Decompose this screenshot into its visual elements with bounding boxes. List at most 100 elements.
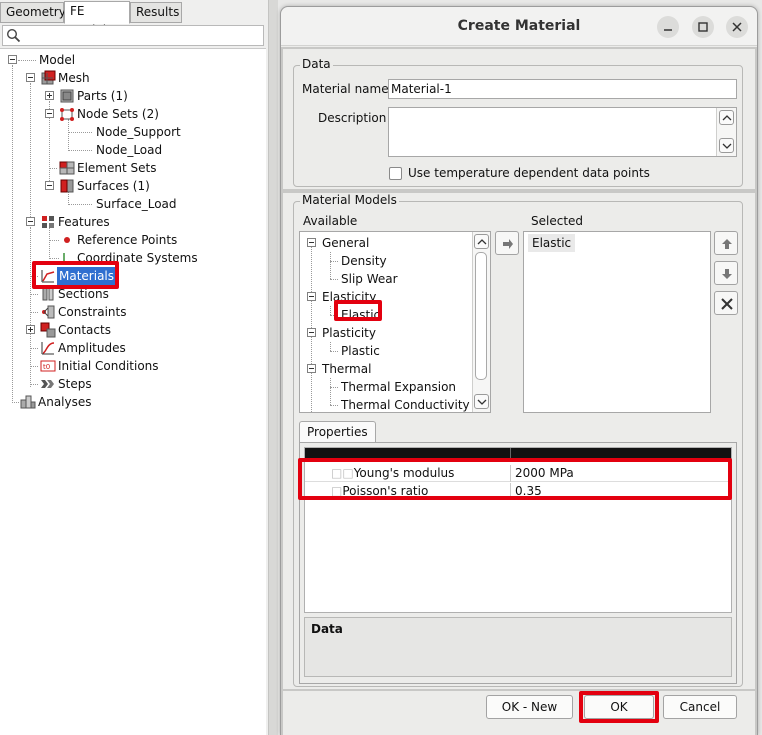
tab-fe-model[interactable]: FE Model xyxy=(64,1,130,37)
scroll-down-button[interactable] xyxy=(719,138,734,153)
model-tree-pane: Geometry FE Model Results Model xyxy=(0,0,268,735)
scroll-up-button[interactable] xyxy=(719,110,734,125)
list-item-elasticity[interactable]: Elasticity xyxy=(300,288,470,306)
properties-table-header xyxy=(305,448,731,462)
tree-label: Steps xyxy=(58,377,92,391)
tree-item-surfaces[interactable]: Surfaces (1) xyxy=(0,177,260,195)
property-name-cell: □□Young's modulus xyxy=(331,466,455,480)
material-models-panel: Material Models Available Selected Gener… xyxy=(283,193,755,689)
tree-item-contacts[interactable]: Contacts xyxy=(0,321,260,339)
close-icon xyxy=(732,22,742,32)
tree-label: Mesh xyxy=(58,71,90,85)
material-name-input[interactable]: Material-1 xyxy=(388,79,737,99)
pane-splitter[interactable] xyxy=(268,0,278,735)
tree-item-analyses[interactable]: Analyses xyxy=(0,393,260,411)
ok-new-button[interactable]: OK - New xyxy=(486,695,573,719)
ok-button[interactable]: OK xyxy=(584,695,654,719)
data-footer-label: Data xyxy=(311,622,343,636)
available-models-list[interactable]: General Density Slip Wear Elasticity Ela… xyxy=(299,231,491,413)
move-down-button[interactable] xyxy=(714,261,738,285)
close-icon xyxy=(721,298,733,310)
temperature-dependent-checkbox[interactable] xyxy=(389,167,402,180)
tree-item-initial-conditions[interactable]: t0 Initial Conditions xyxy=(0,357,260,375)
tree-label: Surface_Load xyxy=(96,197,177,211)
list-item-thermal[interactable]: Thermal xyxy=(300,360,470,378)
tree-item-node-sets[interactable]: Node Sets (2) xyxy=(0,105,260,123)
tree-item-materials[interactable]: Materials xyxy=(0,267,260,285)
model-tree: Model Mesh Parts (1) Node Sets (2) Node_… xyxy=(0,48,266,735)
list-item-slip-wear[interactable]: Slip Wear xyxy=(300,270,470,288)
tree-item-reference-points[interactable]: Reference Points xyxy=(0,231,260,249)
move-up-button[interactable] xyxy=(714,231,738,255)
svg-text:t0: t0 xyxy=(43,363,50,371)
tree-item-parts[interactable]: Parts (1) xyxy=(0,87,260,105)
constraints-icon xyxy=(42,305,55,319)
scroll-thumb[interactable] xyxy=(475,252,487,380)
tree-label: Parts (1) xyxy=(77,89,128,103)
tree-label: Node_Load xyxy=(96,143,163,157)
amplitudes-icon xyxy=(41,342,55,355)
data-group-title: Data xyxy=(300,57,333,71)
maximize-button[interactable] xyxy=(692,16,714,38)
list-item-general[interactable]: General xyxy=(300,234,470,252)
property-value-cell[interactable]: 0.35 xyxy=(515,483,725,500)
minimize-button[interactable] xyxy=(657,16,679,38)
description-textarea[interactable] xyxy=(388,107,737,157)
list-item-label: Plastic xyxy=(341,344,380,358)
tree-search-input[interactable] xyxy=(2,25,264,46)
list-item-label: Thermal xyxy=(322,362,372,376)
list-item-label: Plasticity xyxy=(322,326,376,340)
tree-item-model[interactable]: Model xyxy=(0,51,260,69)
arrow-down-icon xyxy=(722,269,732,279)
tree-item-mesh[interactable]: Mesh xyxy=(0,69,260,87)
tree-item-surface-load[interactable]: Surface_Load xyxy=(0,195,260,213)
chevron-down-icon xyxy=(722,143,732,149)
list-item-plasticity[interactable]: Plasticity xyxy=(300,324,470,342)
properties-area: □□Young's modulus 2000 MPa □Poisson's ra… xyxy=(298,442,737,684)
list-item-thermal-conductivity[interactable]: Thermal Conductivity xyxy=(300,396,470,412)
tree-label: Reference Points xyxy=(77,233,178,247)
create-material-dialog: Create Material Data Material name Mater… xyxy=(280,6,758,735)
tree-item-amplitudes[interactable]: Amplitudes xyxy=(0,339,260,357)
add-model-button[interactable] xyxy=(495,231,519,255)
tree-item-node-load[interactable]: Node_Load xyxy=(0,141,260,159)
selected-models-list[interactable]: Elastic xyxy=(523,231,711,413)
tree-label: Model xyxy=(39,53,76,67)
list-item-label: Slip Wear xyxy=(341,272,398,286)
list-item-elastic[interactable]: Elastic xyxy=(300,306,470,324)
table-row[interactable]: □□Young's modulus 2000 MPa xyxy=(305,465,731,482)
list-item-label: Thermal Conductivity xyxy=(341,398,470,412)
table-row[interactable]: □Poisson's ratio 0.35 xyxy=(305,483,731,500)
tree-item-coordinate-systems[interactable]: Coordinate Systems xyxy=(0,249,260,267)
tree-item-element-sets[interactable]: Element Sets xyxy=(0,159,260,177)
list-item-density[interactable]: Density xyxy=(300,252,470,279)
remove-model-button[interactable] xyxy=(714,291,738,315)
tree-label: Surfaces (1) xyxy=(77,179,150,193)
close-button[interactable] xyxy=(726,16,748,38)
cancel-button[interactable]: Cancel xyxy=(663,695,737,719)
dialog-titlebar[interactable]: Create Material xyxy=(281,7,757,46)
tab-geometry[interactable]: Geometry xyxy=(0,2,66,23)
maximize-icon xyxy=(698,22,708,32)
tab-properties[interactable]: Properties xyxy=(299,421,376,443)
tree-item-node-support[interactable]: Node_Support xyxy=(0,123,260,141)
tree-item-sections[interactable]: Sections xyxy=(0,285,260,303)
list-item-thermal-expansion[interactable]: Thermal Expansion xyxy=(300,378,470,405)
list-item-selected-elastic[interactable]: Elastic xyxy=(528,234,576,252)
tree-label: Constraints xyxy=(58,305,127,319)
description-scrollbar[interactable] xyxy=(716,108,736,156)
contacts-icon xyxy=(40,322,56,338)
list-item-plastic[interactable]: Plastic xyxy=(300,342,470,360)
selected-label: Selected xyxy=(531,214,584,228)
property-name-cell: □Poisson's ratio xyxy=(331,484,429,498)
available-list-scrollbar[interactable] xyxy=(472,232,490,412)
arrow-right-icon xyxy=(503,239,513,249)
scroll-up-button[interactable] xyxy=(474,234,489,249)
scroll-down-button[interactable] xyxy=(474,394,489,409)
tree-item-features[interactable]: Features xyxy=(0,213,260,231)
tab-results[interactable]: Results xyxy=(130,2,182,23)
tree-item-constraints[interactable]: Constraints xyxy=(0,303,260,321)
property-value-cell[interactable]: 2000 MPa xyxy=(515,465,725,482)
data-panel: Data Material name Material-1 Descriptio… xyxy=(283,49,755,189)
tree-item-steps[interactable]: Steps xyxy=(0,375,260,393)
